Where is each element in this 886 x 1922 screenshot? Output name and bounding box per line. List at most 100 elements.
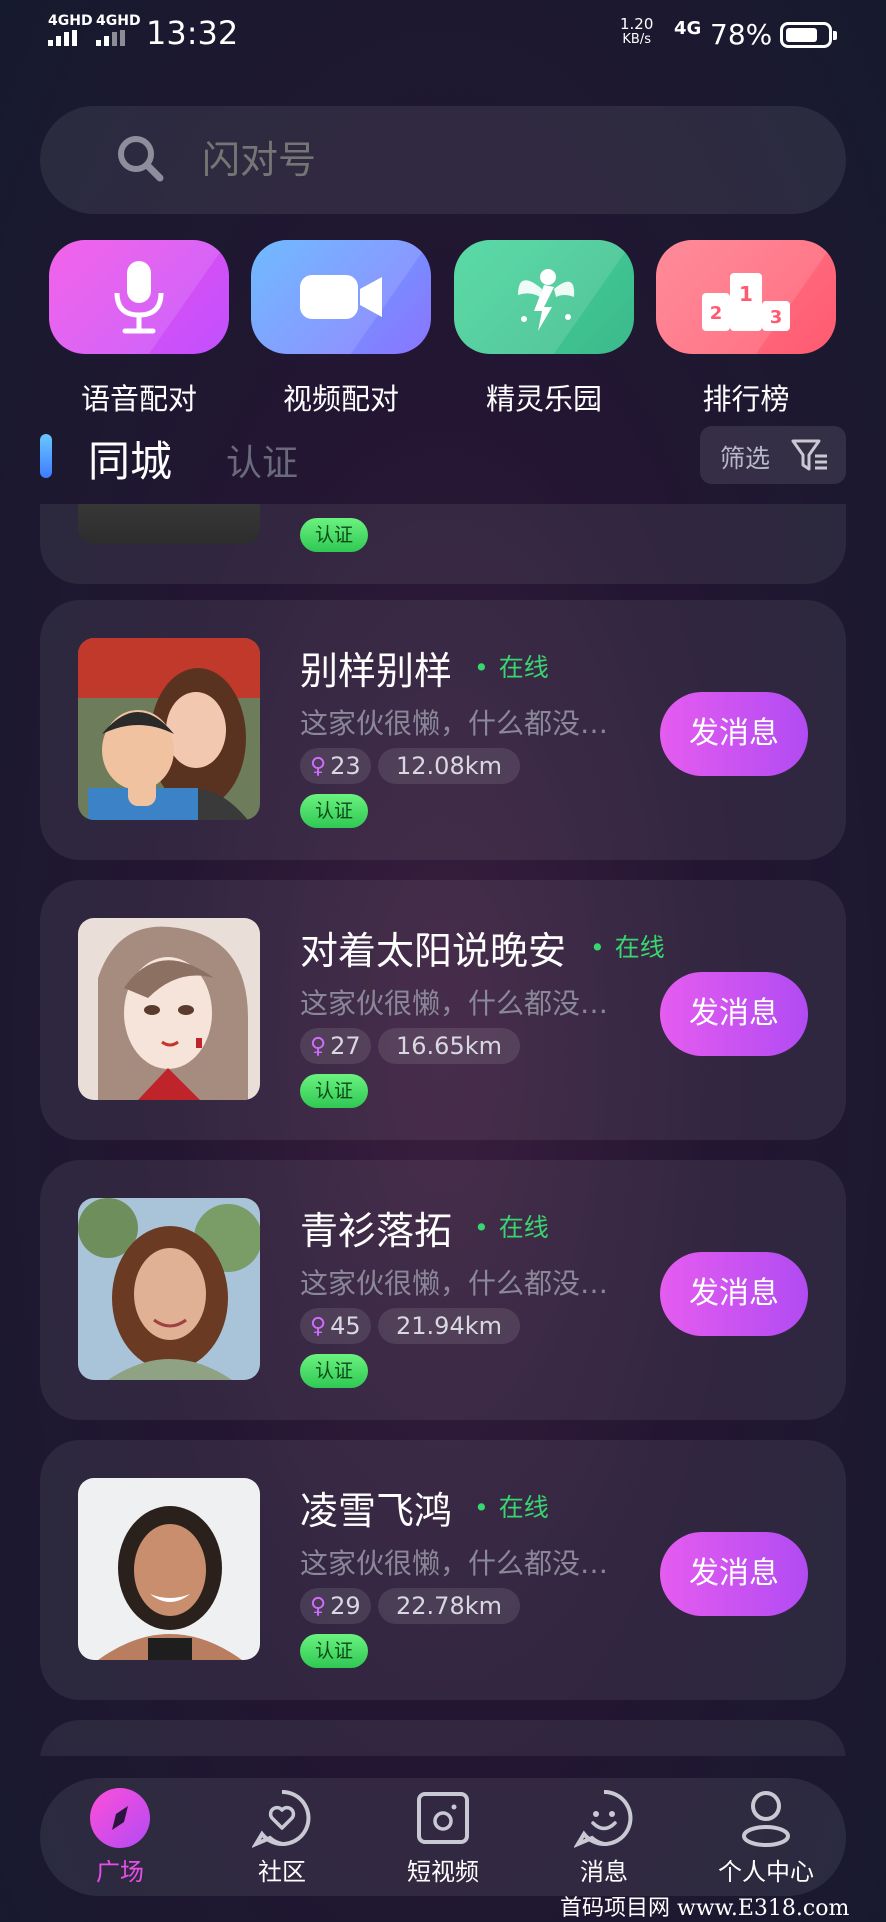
distance-tag: 22.78km [378, 1588, 520, 1624]
battery-icon [780, 22, 837, 48]
nav-item-profile[interactable]: 个人中心 [706, 1778, 826, 1896]
online-status: 在线 [590, 928, 665, 964]
tab-same-city[interactable]: 同城 [88, 428, 172, 489]
user-bio: 这家伙很懒，什么都没… [300, 1267, 609, 1300]
heart-chat-icon [252, 1789, 311, 1848]
age-value: 27 [330, 1032, 361, 1060]
verified-badge: 认证 [300, 1634, 368, 1668]
verified-badge: 认证 [300, 1354, 368, 1388]
svg-text:1: 1 [739, 282, 753, 306]
microphone-icon [114, 261, 164, 334]
feature-tile[interactable] [454, 240, 634, 354]
age-value: 23 [330, 752, 361, 780]
verified-badge: 认证 [300, 518, 368, 552]
search-input[interactable] [202, 106, 802, 214]
online-status: 在线 [474, 1488, 549, 1524]
smile-message-icon [574, 1789, 633, 1848]
user-name: 青衫落拓 [300, 1209, 453, 1253]
age-value: 45 [330, 1312, 361, 1340]
gender-female-icon: ♀ [310, 753, 327, 779]
verified-badge: 认证 [300, 794, 368, 828]
signal-icon [48, 30, 77, 46]
person-icon [742, 1791, 790, 1847]
battery-percent: 78% [710, 18, 773, 51]
bottom-nav: 广场 社区 短视频 消息 个人中心 [40, 1778, 846, 1896]
nav-item-messages[interactable]: 消息 [544, 1778, 664, 1896]
search-bar[interactable] [40, 106, 846, 214]
section-indicator [40, 434, 52, 478]
user-card-partial[interactable]: 认证 [40, 504, 846, 584]
filter-label: 筛选 [720, 444, 771, 473]
network-label-2: 4GHD [96, 13, 141, 29]
age-tag: ♀ 45 [300, 1308, 371, 1344]
user-card[interactable]: 对着太阳说晚安 在线 这家伙很懒，什么都没… ♀27 16.65km 认证 发消… [40, 880, 846, 1140]
feature-label: 视频配对 [282, 382, 399, 416]
avatar[interactable] [78, 1198, 260, 1380]
avatar[interactable] [78, 1478, 260, 1660]
compass-icon [90, 1788, 150, 1848]
user-card[interactable]: 青衫落拓 在线 这家伙很懒，什么都没… ♀45 21.94km 认证 发消息 [40, 1160, 846, 1420]
age-value: 29 [330, 1592, 361, 1620]
signal-icon [96, 30, 125, 46]
feature-tile[interactable] [49, 240, 229, 354]
svg-text:3: 3 [770, 307, 783, 328]
user-bio: 这家伙很懒，什么都没… [300, 987, 609, 1020]
nav-label: 消息 [580, 1858, 628, 1886]
gender-female-icon: ♀ [310, 1033, 327, 1059]
network-type: 4G [674, 18, 702, 39]
user-list[interactable]: 认证 别样别样 在线 这家伙很懒，什么都没… ♀23 12.08km 认证 发消… [0, 504, 886, 1756]
podium-icon: 1 2 3 [702, 273, 790, 331]
search-icon[interactable] [116, 134, 164, 182]
nav-label: 短视频 [407, 1858, 479, 1886]
feature-fairy-park[interactable]: 精灵乐园 [454, 240, 634, 418]
user-card[interactable]: 别样别样 在线 这家伙很懒，什么都没… ♀23 12.08km 认证 发消息 [40, 600, 846, 860]
avatar[interactable] [78, 638, 260, 820]
nav-item-short-video[interactable]: 短视频 [383, 1778, 503, 1896]
send-message-button[interactable]: 发消息 [660, 692, 808, 776]
video-camera-icon [300, 275, 382, 319]
send-message-button[interactable]: 发消息 [660, 972, 808, 1056]
age-tag: ♀ 23 [300, 748, 371, 784]
age-tag: ♀ 27 [300, 1028, 371, 1064]
user-card-partial[interactable] [40, 1720, 846, 1756]
send-message-button[interactable]: 发消息 [660, 1252, 808, 1336]
avatar-image [78, 638, 260, 820]
feature-label: 排行榜 [702, 382, 790, 416]
speed-unit: KB/s [622, 32, 651, 47]
feature-label: 精灵乐园 [485, 382, 602, 416]
online-status: 在线 [474, 648, 549, 684]
filter-button[interactable]: 筛选 [700, 426, 846, 484]
distance-tag: 21.94km [378, 1308, 520, 1344]
avatar-image [78, 1478, 260, 1660]
short-video-icon [417, 1792, 469, 1844]
feature-label: 语音配对 [80, 382, 197, 416]
watermark: 首码项目网 www.E318.com [560, 1896, 850, 1921]
gender-female-icon: ♀ [310, 1593, 327, 1619]
avatar[interactable] [78, 504, 260, 544]
feature-video-match[interactable]: 视频配对 [251, 240, 431, 418]
tab-verified[interactable]: 认证 [226, 434, 298, 486]
send-message-button[interactable]: 发消息 [660, 1532, 808, 1616]
feature-voice-match[interactable]: 语音配对 [49, 240, 229, 418]
distance-tag: 12.08km [378, 748, 520, 784]
user-name: 别样别样 [300, 649, 453, 693]
avatar-image [78, 918, 260, 1100]
nav-item-square[interactable]: 广场 [60, 1778, 180, 1896]
network-speed: 1.20 KB/s [620, 16, 653, 48]
status-bar: 4GHD 4GHD 13:32 1.20 KB/s 4G 78% [0, 0, 886, 70]
feature-tile[interactable] [251, 240, 431, 354]
verified-badge: 认证 [300, 1074, 368, 1108]
svg-text:2: 2 [710, 303, 723, 324]
user-card[interactable]: 凌雪飞鸿 在线 这家伙很懒，什么都没… ♀29 22.78km 认证 发消息 [40, 1440, 846, 1700]
avatar[interactable] [78, 918, 260, 1100]
user-bio: 这家伙很懒，什么都没… [300, 707, 609, 740]
nav-label: 个人中心 [718, 1858, 814, 1886]
age-tag: ♀ 29 [300, 1588, 371, 1624]
feature-leaderboard[interactable]: 1 2 3 排行榜 [656, 240, 836, 418]
gender-female-icon: ♀ [310, 1313, 327, 1339]
clock: 13:32 [146, 14, 239, 52]
nav-item-community[interactable]: 社区 [222, 1778, 342, 1896]
speed-value: 1.20 [620, 15, 654, 33]
user-bio: 这家伙很懒，什么都没… [300, 1547, 609, 1580]
feature-tile[interactable]: 1 2 3 [656, 240, 836, 354]
